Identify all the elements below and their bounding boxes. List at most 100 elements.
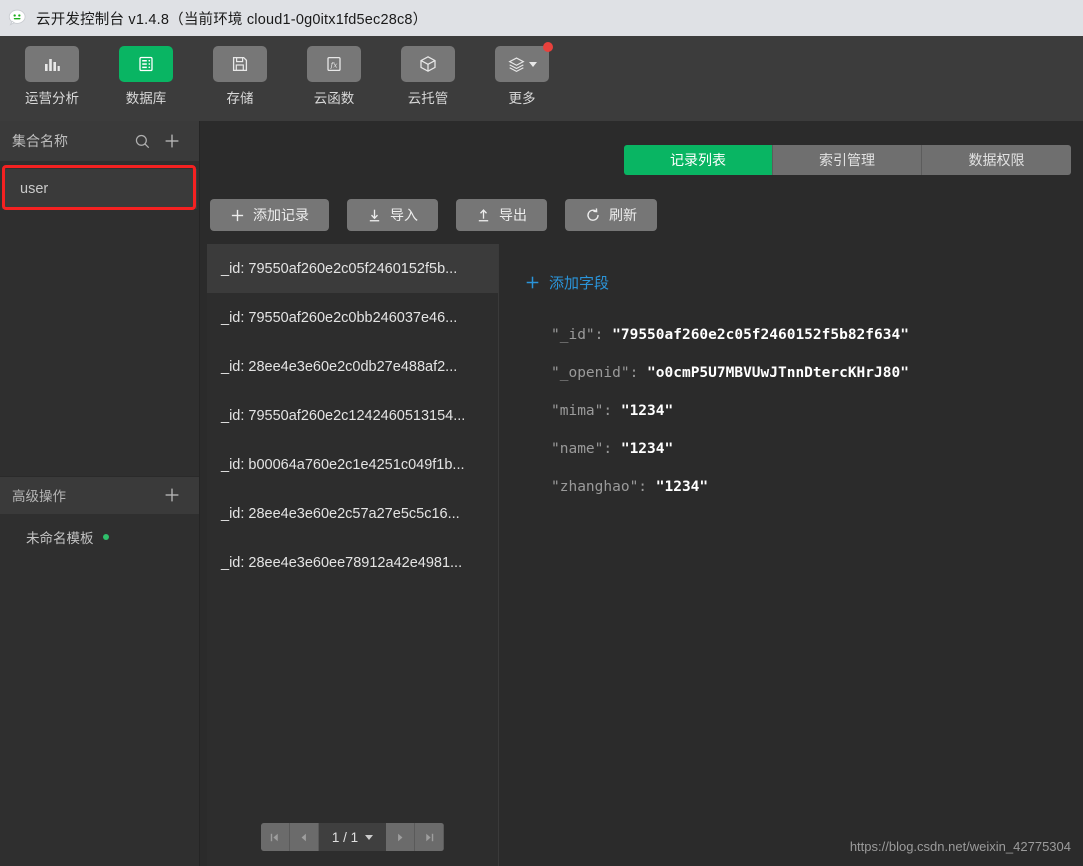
content-body: 集合名称 user 高级操作 未命名模板 记录列表 索引管理 数据权限 添加记录… bbox=[0, 121, 1083, 866]
record-row-label: _id: 28ee4e3e60e2c0db27e488af2... bbox=[221, 358, 458, 375]
template-item-unnamed[interactable]: 未命名模板 bbox=[0, 514, 199, 560]
page-first-icon bbox=[271, 833, 279, 841]
json-value[interactable]: "o0cmP5U7MBVUwJTnnDtercKHrJ80" bbox=[647, 365, 909, 381]
page-prev-icon bbox=[301, 833, 307, 841]
layers-icon bbox=[508, 56, 525, 72]
advanced-operations-header: 高级操作 bbox=[0, 475, 199, 514]
json-field-row[interactable]: "_id": "79550af260e2c05f2460152f5b82f634… bbox=[551, 327, 1083, 343]
view-tabs: 记录列表 索引管理 数据权限 bbox=[624, 145, 1071, 175]
json-field-row[interactable]: "_openid": "o0cmP5U7MBVUwJTnnDtercKHrJ80… bbox=[551, 365, 1083, 381]
add-template-button[interactable] bbox=[157, 480, 187, 510]
toolbar-label-hosting: 云托管 bbox=[407, 91, 449, 106]
record-items: _id: 79550af260e2c05f2460152f5b... _id: … bbox=[207, 244, 498, 808]
export-button[interactable]: 导出 bbox=[456, 199, 547, 231]
tab-data-permissions-label: 数据权限 bbox=[968, 152, 1025, 168]
plus-icon bbox=[165, 488, 179, 502]
chevron-down-icon bbox=[529, 61, 537, 67]
json-value[interactable]: "79550af260e2c05f2460152f5b82f634" bbox=[612, 327, 909, 343]
export-up-arrow-icon bbox=[478, 208, 489, 221]
json-value[interactable]: "1234" bbox=[621, 441, 673, 457]
json-key: "name": bbox=[551, 441, 613, 457]
record-row-label: _id: 79550af260e2c05f2460152f5b... bbox=[221, 260, 458, 277]
plus-icon bbox=[165, 134, 179, 148]
status-dot-icon bbox=[102, 533, 109, 540]
page-number-selector[interactable]: 1 / 1 bbox=[318, 823, 387, 851]
record-row[interactable]: _id: 79550af260e2c05f2460152f5b... bbox=[207, 244, 498, 293]
export-label: 导出 bbox=[499, 207, 527, 223]
page-prev-button[interactable] bbox=[289, 823, 319, 851]
floppy-disk-icon-box bbox=[213, 46, 267, 82]
action-button-bar: 添加记录 导入 导出 刷新 bbox=[210, 199, 657, 231]
tab-index-management[interactable]: 索引管理 bbox=[773, 145, 922, 175]
search-collection-button[interactable] bbox=[127, 126, 157, 156]
json-value[interactable]: "1234" bbox=[621, 403, 673, 419]
refresh-icon bbox=[587, 208, 599, 221]
title-bar: 云开发控制台 v1.4.8（当前环境 cloud1-0g0itx1fd5ec28… bbox=[0, 0, 1083, 36]
floppy-disk-icon bbox=[232, 56, 248, 72]
record-json-view: "_id": "79550af260e2c05f2460152f5b82f634… bbox=[525, 327, 1083, 495]
import-button[interactable]: 导入 bbox=[347, 199, 438, 231]
toolbar-item-functions[interactable]: fx 云函数 bbox=[304, 46, 364, 107]
collections-sidebar: 集合名称 user 高级操作 未命名模板 bbox=[0, 121, 200, 866]
toolbar-item-storage[interactable]: 存储 bbox=[210, 46, 270, 107]
page-next-icon bbox=[397, 833, 403, 841]
add-record-button[interactable]: 添加记录 bbox=[210, 199, 329, 231]
cube-icon bbox=[420, 56, 436, 72]
refresh-button[interactable]: 刷新 bbox=[565, 199, 657, 231]
json-field-row[interactable]: "name": "1234" bbox=[551, 441, 1083, 457]
svg-text:fx: fx bbox=[329, 60, 338, 69]
record-row[interactable]: _id: 79550af260e2c0bb246037e46... bbox=[207, 293, 498, 342]
json-key: "_id": bbox=[551, 327, 604, 343]
json-value[interactable]: "1234" bbox=[656, 479, 708, 495]
json-field-row[interactable]: "mima": "1234" bbox=[551, 403, 1083, 419]
record-row-label: _id: 28ee4e3e60ee78912a42e4981... bbox=[221, 554, 463, 571]
wechat-logo-icon bbox=[8, 9, 26, 26]
module-toolbar: 运营分析 数据库 存储 fx 云函数 云托管 更多 bbox=[0, 36, 1083, 121]
record-row-label: _id: 28ee4e3e60e2c57a27e5c5c16... bbox=[221, 505, 460, 522]
record-row[interactable]: _id: 28ee4e3e60ee78912a42e4981... bbox=[207, 538, 498, 587]
page-number-label: 1 / 1 bbox=[331, 829, 359, 845]
record-row[interactable]: _id: b00064a760e2c1e4251c049f1b... bbox=[207, 440, 498, 489]
toolbar-item-database[interactable]: 数据库 bbox=[116, 46, 176, 107]
json-field-row[interactable]: "zhanghao": "1234" bbox=[551, 479, 1083, 495]
toolbar-label-more: 更多 bbox=[508, 91, 536, 106]
cube-icon-box bbox=[401, 46, 455, 82]
collections-list: user bbox=[0, 161, 199, 476]
chevron-down-icon bbox=[365, 834, 374, 840]
page-next-button[interactable] bbox=[386, 823, 416, 851]
page-first-button[interactable] bbox=[260, 823, 290, 851]
add-field-button[interactable]: 添加字段 bbox=[525, 272, 609, 293]
collections-header: 集合名称 bbox=[0, 121, 199, 161]
toolbar-item-hosting[interactable]: 云托管 bbox=[398, 46, 458, 107]
function-fx-icon-box: fx bbox=[307, 46, 361, 82]
plus-icon bbox=[526, 276, 539, 289]
database-icon bbox=[139, 56, 153, 72]
tab-data-permissions[interactable]: 数据权限 bbox=[922, 145, 1071, 175]
json-key: "mima": bbox=[551, 403, 613, 419]
main-panel: 记录列表 索引管理 数据权限 添加记录 导入 导出 刷新 _id: 79550a… bbox=[200, 121, 1083, 866]
add-collection-button[interactable] bbox=[157, 126, 187, 156]
toolbar-item-more[interactable]: 更多 bbox=[492, 42, 553, 107]
record-row[interactable]: _id: 28ee4e3e60e2c0db27e488af2... bbox=[207, 342, 498, 391]
cloud-console-window: 云开发控制台 v1.4.8（当前环境 cloud1-0g0itx1fd5ec28… bbox=[0, 0, 1083, 866]
import-down-arrow-icon bbox=[369, 209, 380, 221]
record-row[interactable]: _id: 79550af260e2c1242460513154... bbox=[207, 391, 498, 440]
refresh-label: 刷新 bbox=[609, 207, 637, 223]
record-detail-panel: 添加字段 "_id": "79550af260e2c05f2460152f5b8… bbox=[499, 244, 1083, 866]
collection-item-user[interactable]: user bbox=[2, 169, 197, 209]
watermark-text: https://blog.csdn.net/weixin_42775304 bbox=[849, 839, 1071, 854]
collections-header-title: 集合名称 bbox=[12, 133, 68, 149]
bar-chart-icon bbox=[45, 59, 60, 71]
toolbar-item-analytics[interactable]: 运营分析 bbox=[22, 46, 82, 107]
tab-record-list-label: 记录列表 bbox=[670, 152, 726, 168]
add-record-label: 添加记录 bbox=[253, 207, 309, 223]
collection-item-label: user bbox=[20, 181, 49, 197]
advanced-operations-title: 高级操作 bbox=[12, 489, 66, 504]
page-last-button[interactable] bbox=[415, 823, 445, 851]
record-row-label: _id: b00064a760e2c1e4251c049f1b... bbox=[221, 456, 465, 473]
record-row[interactable]: _id: 28ee4e3e60e2c57a27e5c5c16... bbox=[207, 489, 498, 538]
pagination-bar: 1 / 1 bbox=[207, 808, 498, 866]
tab-record-list[interactable]: 记录列表 bbox=[624, 145, 773, 175]
toolbar-label-functions: 云函数 bbox=[313, 91, 355, 106]
tab-index-management-label: 索引管理 bbox=[819, 152, 875, 168]
